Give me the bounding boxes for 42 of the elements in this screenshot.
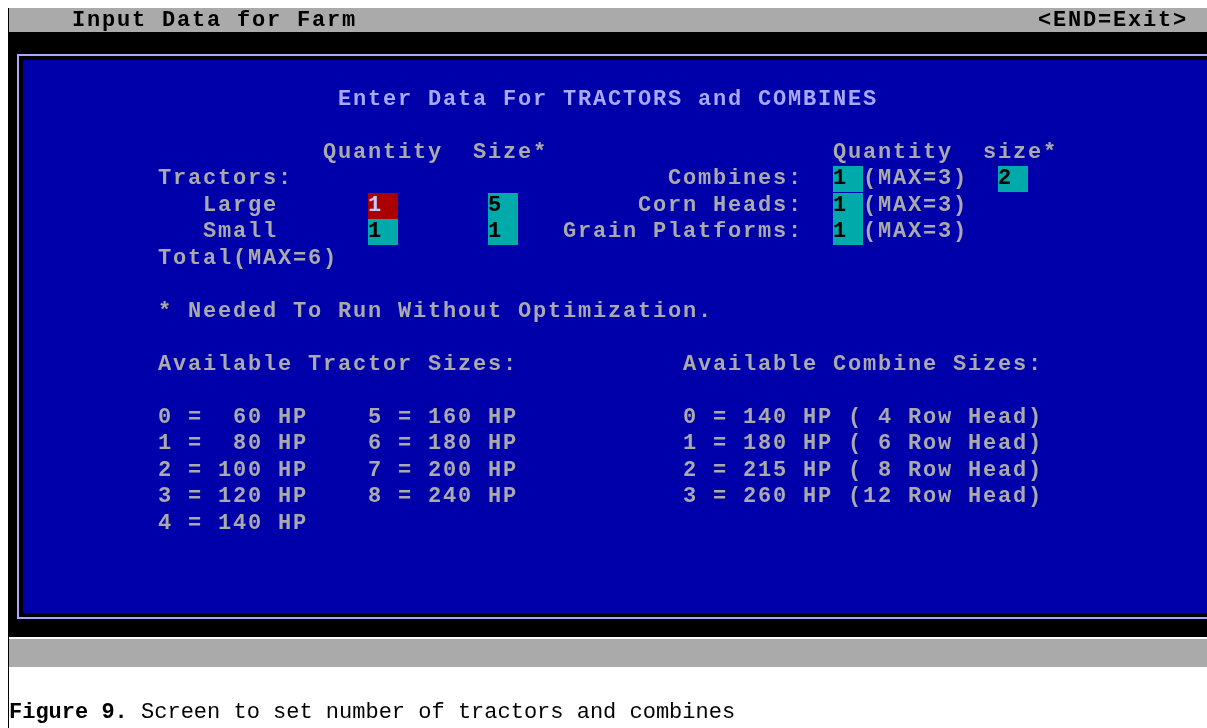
size-field[interactable]: 2 bbox=[998, 166, 1028, 193]
field-label: Combines: bbox=[667, 167, 803, 192]
size-entry: 1 = 80 HP bbox=[158, 432, 310, 457]
quantity-field[interactable]: 1 bbox=[833, 166, 863, 193]
quantity-field[interactable]: 1 bbox=[833, 192, 863, 219]
size-entry: 0 = 60 HP bbox=[158, 405, 310, 430]
footnote: * Needed To Run Without Optimization. bbox=[158, 299, 715, 324]
size-entry: 4 = 140 HP bbox=[158, 511, 310, 536]
section-title: Available Combine Sizes: bbox=[683, 352, 1045, 377]
section-title: Available Tractor Sizes: bbox=[158, 352, 520, 377]
column-header: Quantity bbox=[833, 140, 953, 165]
max-label: (MAX=3) bbox=[863, 220, 969, 245]
size-entry: 0 = 140 HP ( 4 Row Head) bbox=[683, 405, 1045, 430]
column-header: Size* bbox=[473, 140, 548, 165]
figure-caption: Figure 9. Screen to set number of tractors and combines bbox=[9, 701, 737, 725]
field-label: Grain Platforms: bbox=[562, 220, 803, 245]
size-entry: 8 = 240 HP bbox=[368, 485, 520, 510]
exit-hint: <END=Exit> bbox=[1037, 7, 1188, 33]
field-label: Large bbox=[203, 193, 278, 218]
column-header: size* bbox=[983, 140, 1058, 165]
max-label: (MAX=3) bbox=[863, 193, 969, 218]
size-field[interactable]: 1 bbox=[488, 219, 518, 246]
size-entry: 2 = 215 HP ( 8 Row Head) bbox=[683, 458, 1045, 483]
column-header: Quantity bbox=[323, 140, 443, 165]
size-entry: 7 = 200 HP bbox=[368, 458, 520, 483]
size-entry: 3 = 120 HP bbox=[158, 485, 310, 510]
quantity-field[interactable]: 1 bbox=[368, 192, 398, 219]
size-entry: 3 = 260 HP (12 Row Head) bbox=[683, 485, 1045, 510]
size-entry: 6 = 180 HP bbox=[368, 432, 520, 457]
field-label: Small bbox=[203, 220, 278, 245]
size-entry: 1 = 180 HP ( 6 Row Head) bbox=[683, 432, 1045, 457]
size-field[interactable]: 5 bbox=[488, 192, 518, 219]
size-entry: 2 = 100 HP bbox=[158, 458, 310, 483]
quantity-field[interactable]: 1 bbox=[368, 219, 398, 246]
size-entry: 5 = 160 HP bbox=[368, 405, 520, 430]
total-label: Total(MAX=6) bbox=[158, 246, 338, 271]
field-label: Tractors: bbox=[158, 167, 293, 192]
form-heading: Enter Data For TRACTORS and COMBINES bbox=[338, 87, 878, 113]
screen-title: Input Data for Farm bbox=[72, 7, 358, 33]
quantity-field[interactable]: 1 bbox=[833, 219, 863, 246]
max-label: (MAX=3) bbox=[863, 167, 969, 192]
field-label: Corn Heads: bbox=[637, 193, 803, 218]
